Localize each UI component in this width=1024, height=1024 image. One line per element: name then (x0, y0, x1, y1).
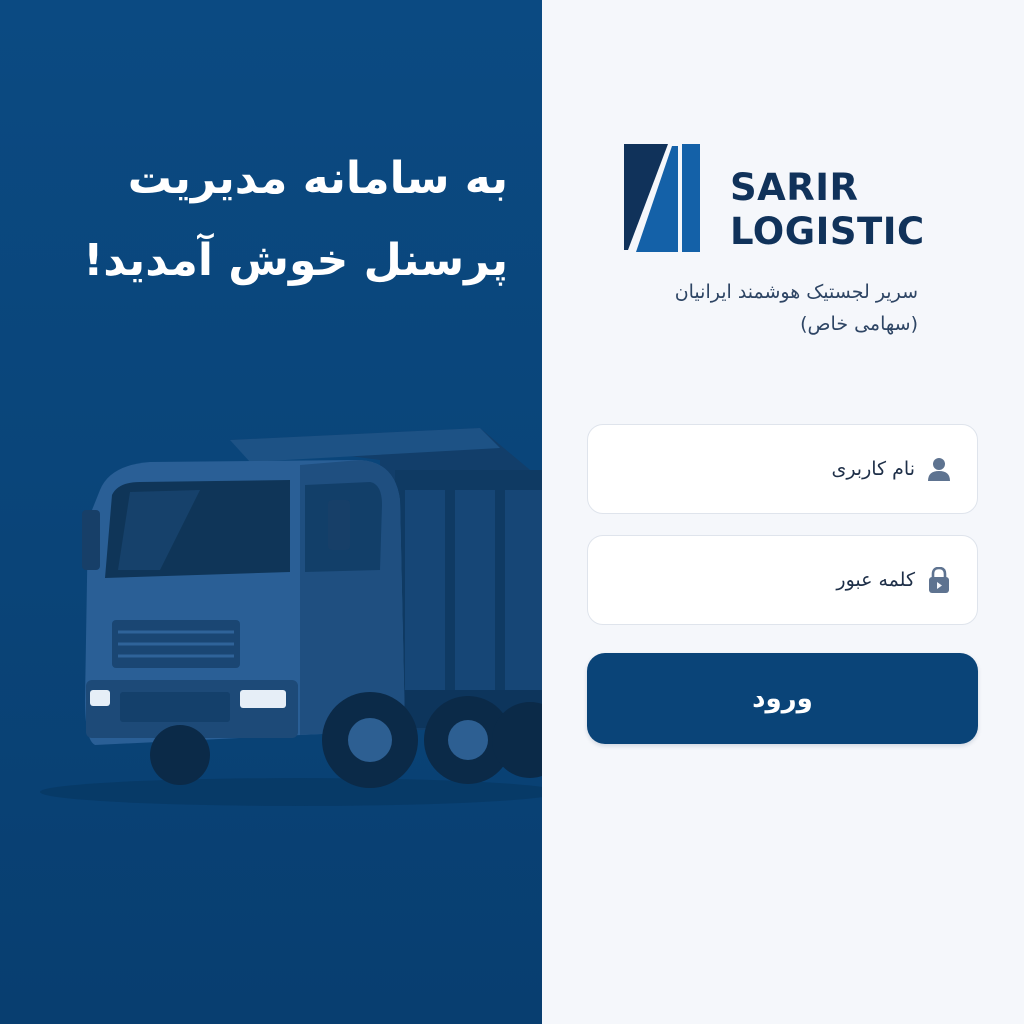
company-name: سریر لجستیک هوشمند ایرانیان (سهامی خاص) (598, 276, 918, 340)
username-label: نام کاربری (831, 458, 915, 480)
brand-name: SARIR LOGISTIC (730, 166, 925, 254)
sarir-logo-icon (624, 144, 700, 252)
password-field[interactable]: کلمه عبور (587, 535, 978, 625)
username-field[interactable]: نام کاربری (587, 424, 978, 514)
brand-line-2: LOGISTIC (730, 210, 925, 253)
hero-panel: به سامانه مدیریت پرسنل خوش آمدید! (0, 0, 542, 1024)
company-line-2: (سهامی خاص) (800, 313, 918, 335)
welcome-heading: به سامانه مدیریت پرسنل خوش آمدید! (38, 138, 508, 302)
dump-truck-illustration (40, 428, 542, 806)
welcome-line-1: به سامانه مدیریت (127, 153, 508, 204)
user-icon (928, 458, 950, 481)
lock-icon (929, 567, 949, 593)
login-button[interactable]: ورود (587, 653, 978, 744)
password-label: کلمه عبور (836, 569, 915, 591)
company-line-1: سریر لجستیک هوشمند ایرانیان (674, 281, 918, 303)
login-button-label: ورود (752, 683, 813, 714)
welcome-line-2: پرسنل خوش آمدید! (83, 235, 508, 286)
brand-line-1: SARIR (730, 166, 859, 209)
login-panel: SARIR LOGISTIC سریر لجستیک هوشمند ایرانی… (542, 0, 1024, 1024)
